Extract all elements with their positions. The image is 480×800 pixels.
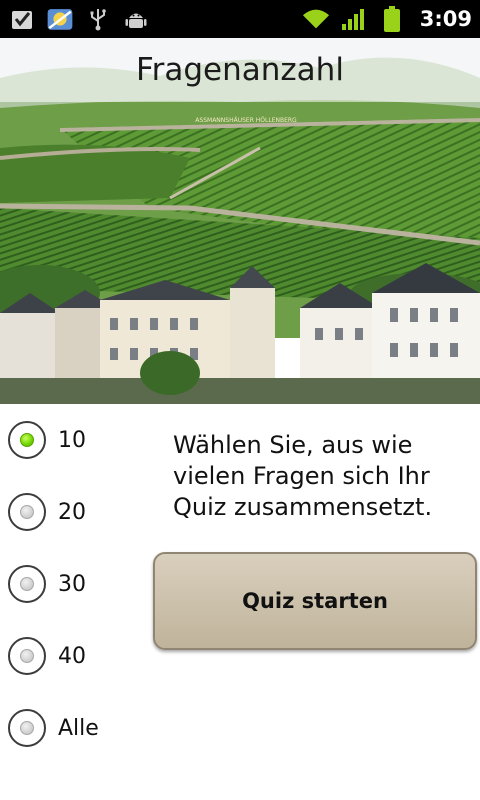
instruction-text: Wählen Sie, aus wie vielen Fragen sich I… bbox=[173, 431, 433, 521]
wifi-icon bbox=[302, 5, 330, 33]
radio-unchecked-indicator bbox=[20, 649, 34, 663]
battery-icon bbox=[378, 5, 406, 33]
radio-unchecked-indicator bbox=[20, 721, 34, 735]
signal-icon bbox=[340, 5, 368, 33]
usb-icon bbox=[84, 5, 112, 33]
notification-icons bbox=[8, 4, 150, 34]
radio-label: 40 bbox=[58, 643, 86, 669]
radio-option-10[interactable]: 10 bbox=[8, 418, 148, 462]
status-bar: 3:09 bbox=[0, 0, 480, 38]
radio-option-alle[interactable]: Alle bbox=[8, 706, 148, 750]
radio-unchecked-indicator bbox=[20, 577, 34, 591]
status-time: 3:09 bbox=[419, 7, 472, 31]
checkbox-notification-icon bbox=[8, 5, 36, 33]
radio-label: 30 bbox=[58, 571, 86, 597]
header-image: ASSMANNSHÄUSER HÖLLENBERG Fragenanzahl bbox=[0, 38, 480, 404]
radio-checked-indicator bbox=[20, 433, 34, 447]
radio-option-30[interactable]: 30 bbox=[8, 562, 148, 606]
start-quiz-button[interactable]: Quiz starten bbox=[153, 552, 477, 650]
page-title: Fragenanzahl bbox=[136, 52, 344, 88]
app-notification-icon bbox=[46, 5, 74, 33]
radio-button[interactable] bbox=[8, 421, 46, 459]
radio-option-40[interactable]: 40 bbox=[8, 634, 148, 678]
vineyard-sign: ASSMANNSHÄUSER HÖLLENBERG bbox=[195, 117, 297, 124]
radio-option-20[interactable]: 20 bbox=[8, 490, 148, 534]
radio-label: 20 bbox=[58, 499, 86, 525]
radio-label: 10 bbox=[58, 427, 86, 453]
radio-label: Alle bbox=[58, 715, 99, 741]
radio-button[interactable] bbox=[8, 709, 46, 747]
system-icons: 3:09 bbox=[302, 4, 472, 34]
android-debug-icon bbox=[122, 5, 150, 33]
radio-unchecked-indicator bbox=[20, 505, 34, 519]
radio-button[interactable] bbox=[8, 637, 46, 675]
radio-button[interactable] bbox=[8, 493, 46, 531]
radio-button[interactable] bbox=[8, 565, 46, 603]
